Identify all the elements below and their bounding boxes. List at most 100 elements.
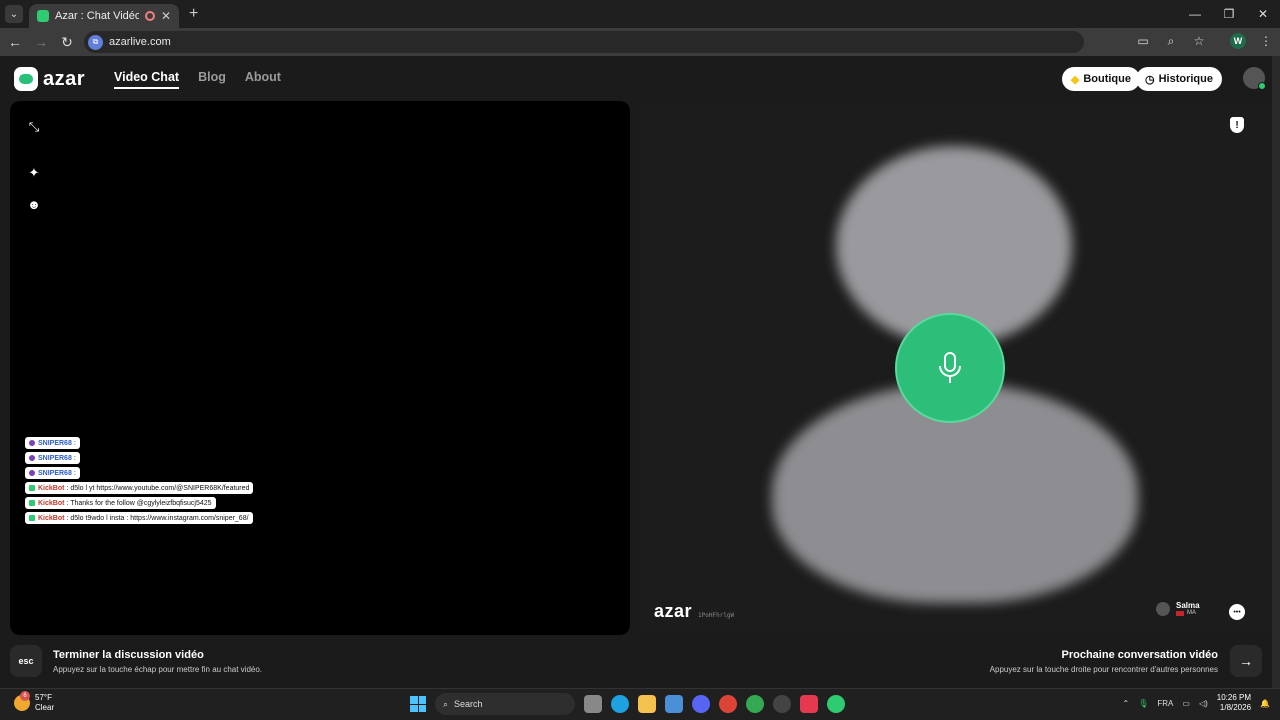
temperature: 57°F [35, 693, 52, 702]
bookmark-star-icon[interactable]: ☆ [1190, 32, 1208, 50]
weather-condition: Clear [35, 703, 55, 712]
notifications-icon[interactable]: 🔔 [1260, 699, 1270, 708]
close-tab-icon[interactable]: ✕ [161, 9, 171, 23]
peer-country: MA [1176, 610, 1200, 616]
next-chat-title: Prochaine conversation vidéo [1061, 649, 1219, 661]
site-info-icon[interactable]: ⧉ [88, 34, 103, 50]
edge-icon[interactable] [611, 695, 629, 713]
azar-logo-icon [14, 67, 38, 91]
restore-icon[interactable]: ❐ [1212, 0, 1246, 28]
user-avatar[interactable] [1243, 67, 1266, 90]
online-status-icon [1258, 82, 1266, 90]
remote-video: ! azar 1PoHFhrlgW Salma MA ••• [640, 101, 1272, 635]
forward-button[interactable]: → [30, 31, 52, 53]
cast-icon[interactable]: ▭ [1134, 32, 1152, 50]
taskbar-search[interactable]: ⌕ Search [435, 693, 575, 715]
reload-button[interactable]: ↻ [56, 31, 78, 53]
browser-menu-icon[interactable]: ⋮ [1260, 34, 1272, 48]
minimize-video-icon[interactable]: ⤡ [26, 119, 42, 135]
back-button[interactable]: ← [4, 31, 26, 53]
notification-badge: 6 [20, 691, 30, 701]
chrome-profile-icon[interactable] [746, 695, 764, 713]
task-view-icon[interactable] [584, 695, 602, 713]
historique-button[interactable]: ◷ Historique [1135, 67, 1222, 91]
nav-about[interactable]: About [245, 70, 281, 89]
nav-video-chat[interactable]: Video Chat [114, 70, 180, 89]
flag-icon [1176, 610, 1184, 616]
azar-logo[interactable]: azar [14, 67, 85, 91]
badge-icon [29, 455, 35, 461]
tray-overflow-icon[interactable]: ⌃ [1123, 699, 1130, 708]
chat-line: KickBot: Thanks for the follow @cgylylei… [25, 497, 216, 509]
end-chat-subtitle: Appuyez sur la touche échap pour mettre … [53, 665, 263, 674]
peer-avatar [1156, 601, 1170, 616]
store-icon[interactable] [665, 695, 683, 713]
address-bar-row: ← → ↻ ⧉ azarlive.com ▭ ⌕ ☆ W ⋮ [0, 28, 1280, 56]
windows-start-icon[interactable] [410, 696, 426, 712]
chat-line: SNIPER68: [25, 437, 80, 449]
clock-date: 1/8/2026 [1219, 703, 1252, 712]
boutique-button[interactable]: ◆ Boutique [1061, 67, 1140, 91]
next-chat-subtitle: Appuyez sur la touche droite pour rencon… [989, 665, 1218, 674]
clock[interactable]: 10:26 PM 1/8/2026 [1217, 693, 1251, 713]
pocket-icon[interactable] [800, 695, 818, 713]
taskbar-apps: ⌕ Search [410, 693, 845, 715]
minimize-icon[interactable]: — [1178, 0, 1212, 28]
effects-sparkle-icon[interactable]: ✦ [26, 165, 42, 181]
zoom-icon[interactable]: ⌕ [1162, 32, 1180, 50]
browser-tab[interactable]: Azar : Chat Vidéo avec de n ✕ [29, 4, 179, 28]
volume-icon[interactable]: ◁) [1199, 699, 1208, 708]
next-chat-hint: Prochaine conversation vidéo Appuyez sur… [990, 649, 1218, 674]
chat-line: SNIPER68: [25, 452, 80, 464]
chrome-icon[interactable] [719, 695, 737, 713]
chat-bubble-icon[interactable]: ••• [1229, 604, 1245, 620]
obs-icon[interactable] [773, 695, 791, 713]
local-video: ⤡ ✦ ☻ SNIPER68: SNIPER68: SNIPER68: Kick… [10, 101, 630, 635]
watermark-id: 1PoHFhrlgW [698, 612, 735, 619]
url-text[interactable]: azarlive.com [109, 36, 171, 48]
search-label: Search [454, 699, 483, 709]
discord-icon[interactable] [692, 695, 710, 713]
mic-tray-icon[interactable]: 🎙 [1138, 699, 1148, 708]
bot-badge-icon [29, 515, 35, 521]
chat-line: KickBot: d5lo t9wdo l insta : https://ww… [25, 512, 253, 524]
weather-widget[interactable]: 6 57°F Clear [14, 691, 55, 713]
clock-time: 10:26 PM [1216, 693, 1252, 702]
window-controls: — ❐ ✕ [1178, 0, 1280, 28]
gem-icon: ◆ [1070, 73, 1080, 86]
azar-watermark: azar 1PoHFhrlgW [654, 601, 734, 622]
esc-key-button[interactable]: esc [10, 645, 42, 677]
system-tray: ⌃ 🎙 FRA ▭ ◁) 10:26 PM 1/8/2026 🔔 [1123, 693, 1270, 713]
microphone-button[interactable] [895, 313, 1005, 423]
search-icon: ⌕ [443, 698, 449, 709]
weather-icon: 6 [14, 691, 30, 711]
peer-name: Salma [1176, 601, 1200, 610]
network-icon[interactable]: ▭ [1182, 699, 1190, 708]
file-explorer-icon[interactable] [638, 695, 656, 713]
bot-badge-icon [29, 500, 35, 506]
arrow-right-icon: → [1239, 653, 1253, 669]
peer-info[interactable]: Salma MA [1156, 601, 1200, 616]
site-header: azar Video Chat Blog About ◆ Boutique ◷ … [0, 56, 1280, 100]
language-indicator[interactable]: FRA [1157, 699, 1173, 708]
azar-favicon-icon [37, 10, 49, 22]
main-nav: Video Chat Blog About [114, 70, 281, 89]
next-arrow-button[interactable]: → [1230, 645, 1262, 677]
browser-profile-avatar[interactable]: W [1230, 33, 1246, 49]
chat-line: SNIPER68: [25, 467, 80, 479]
tab-search-button[interactable]: ⌄ [5, 5, 23, 23]
report-shield-icon[interactable]: ! [1230, 117, 1244, 133]
nav-blog[interactable]: Blog [198, 70, 226, 89]
azar-logo-text: azar [43, 67, 86, 90]
azar-page: azar Video Chat Blog About ◆ Boutique ◷ … [0, 56, 1280, 688]
page-scrollbar[interactable] [1272, 56, 1280, 688]
microphone-icon [939, 352, 961, 383]
recording-icon [144, 11, 155, 21]
omnibox[interactable]: ⧉ azarlive.com [84, 31, 1084, 53]
stream-chat-overlay: SNIPER68: SNIPER68: SNIPER68: KickBot: d… [25, 437, 254, 524]
face-filter-icon[interactable]: ☻ [26, 196, 42, 212]
watermark-logo: azar [654, 601, 693, 621]
close-window-icon[interactable]: ✕ [1246, 0, 1280, 28]
new-tab-button[interactable]: + [189, 5, 198, 23]
chrome-active-icon[interactable] [827, 695, 845, 713]
